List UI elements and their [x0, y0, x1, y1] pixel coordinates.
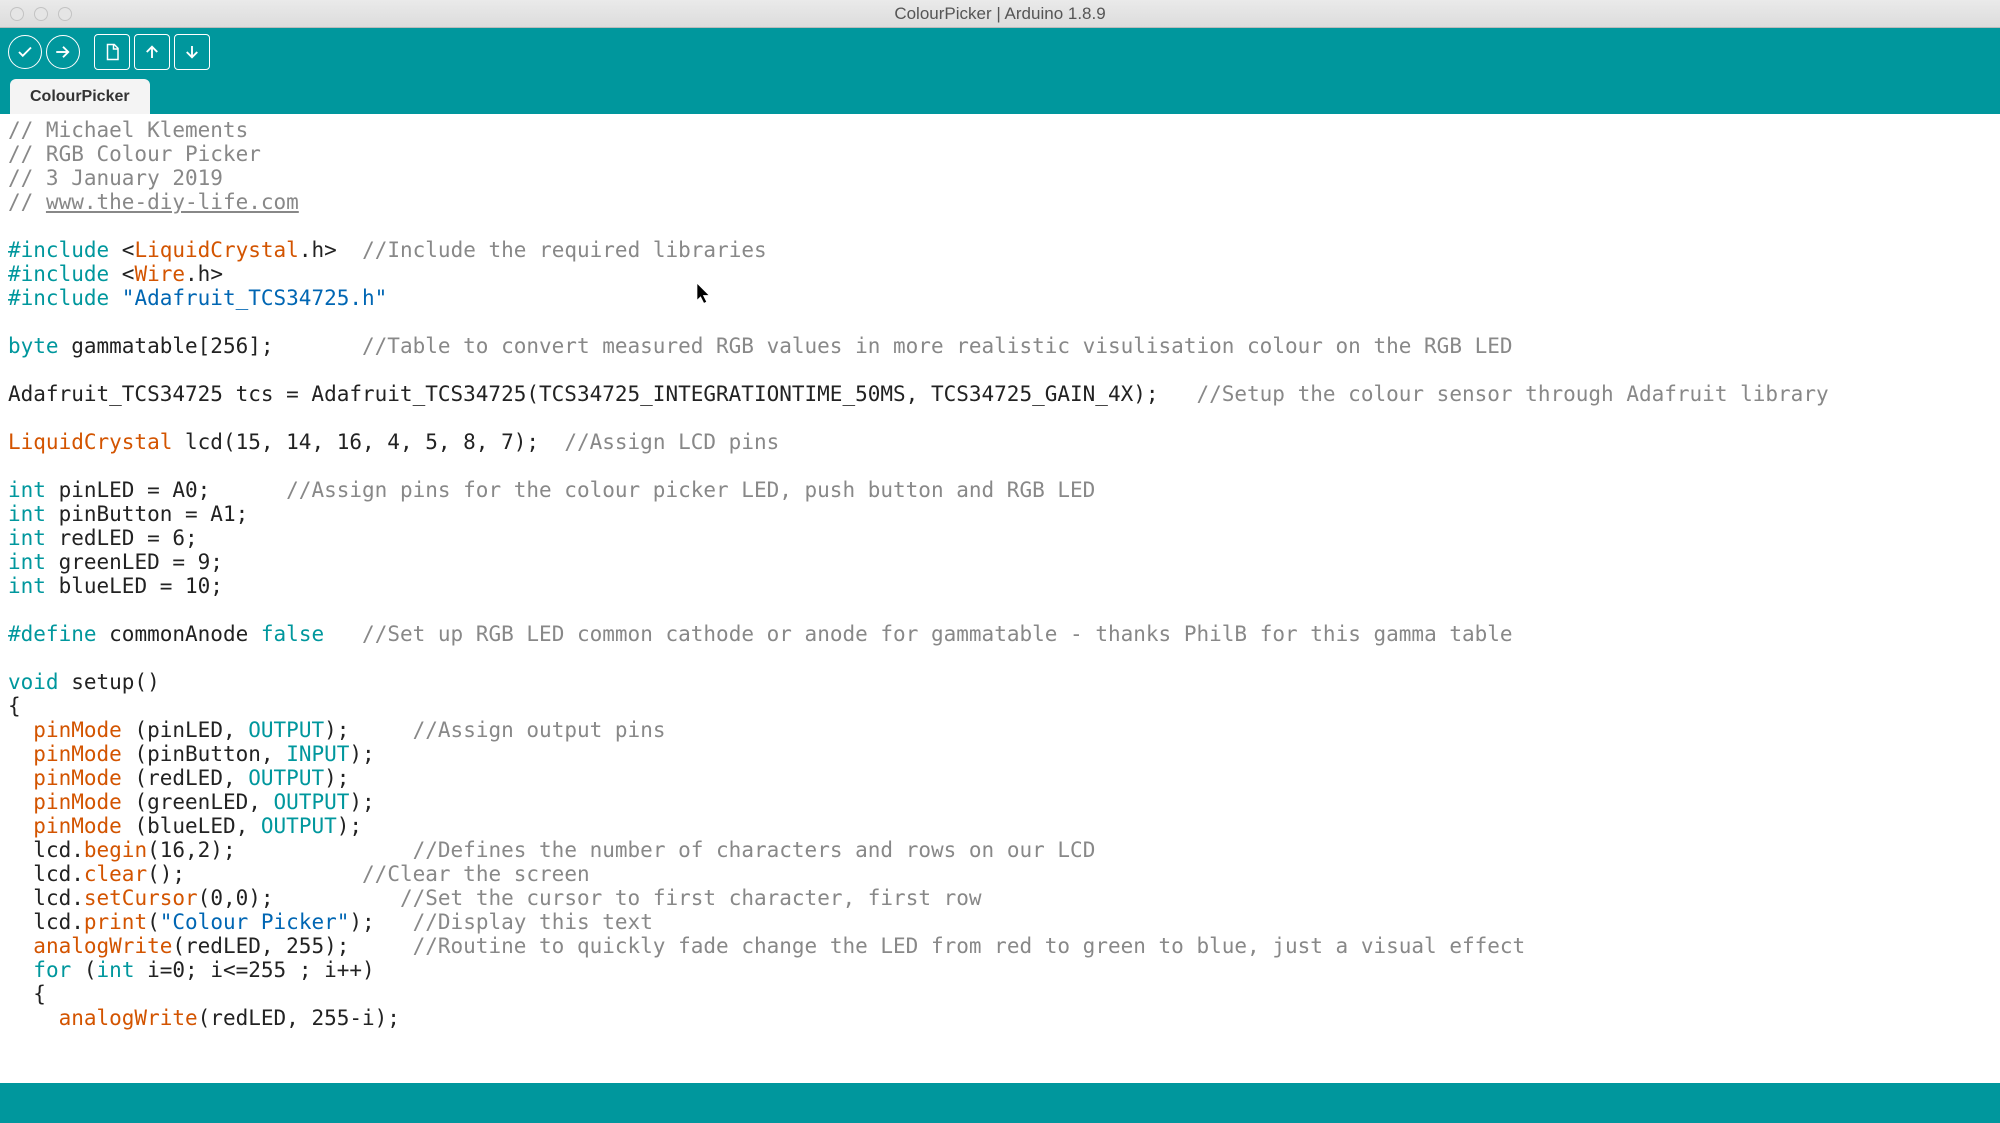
code-comment: // Michael Klements: [8, 118, 248, 142]
code-comment: // 3 January 2019: [8, 166, 223, 190]
code-type: int: [8, 478, 46, 502]
code-type: int: [97, 958, 135, 982]
tab-colourpicker[interactable]: ColourPicker: [10, 79, 150, 114]
code-keyword: #define: [8, 622, 97, 646]
open-button[interactable]: [134, 34, 170, 70]
code-func: begin: [84, 838, 147, 862]
code-comment: //Clear the screen: [362, 862, 590, 886]
window-title: ColourPicker | Arduino 1.8.9: [894, 4, 1105, 24]
code-const: OUTPUT: [261, 814, 337, 838]
code-type: int: [8, 526, 46, 550]
traffic-lights: [10, 7, 72, 21]
verify-button[interactable]: [8, 35, 42, 69]
code-comment: //Set the cursor to first character, fir…: [400, 886, 982, 910]
close-icon[interactable]: [10, 7, 24, 21]
code-keyword: #include: [8, 238, 109, 262]
arrow-down-icon: [183, 43, 201, 61]
code-const: INPUT: [286, 742, 349, 766]
save-button[interactable]: [174, 34, 210, 70]
code-type: byte: [8, 334, 59, 358]
code-class: LiquidCrystal: [8, 430, 172, 454]
code-comment: //Assign LCD pins: [564, 430, 779, 454]
maximize-icon[interactable]: [58, 7, 72, 21]
code-type: int: [8, 550, 46, 574]
toolbar: [0, 28, 2000, 76]
code-lib: Wire: [134, 262, 185, 286]
code-string: "Adafruit_TCS34725.h": [109, 286, 387, 310]
new-button[interactable]: [94, 34, 130, 70]
code-func: pinMode: [33, 790, 122, 814]
code-bool: false: [261, 622, 324, 646]
code-func: analogWrite: [33, 934, 172, 958]
status-bar: [0, 1083, 2000, 1123]
code-comment: // www.the-diy-life.com: [8, 190, 299, 214]
check-icon: [16, 43, 34, 61]
code-comment: //Defines the number of characters and r…: [413, 838, 1096, 862]
code-comment: //Display this text: [413, 910, 653, 934]
code-lib: LiquidCrystal: [134, 238, 298, 262]
code-comment: //Table to convert measured RGB values i…: [362, 334, 1513, 358]
code-string: "Colour Picker": [160, 910, 350, 934]
code-func: pinMode: [33, 718, 122, 742]
code-func: pinMode: [33, 742, 122, 766]
code-comment: //Assign output pins: [413, 718, 666, 742]
code-const: OUTPUT: [248, 766, 324, 790]
code-comment: //Setup the colour sensor through Adafru…: [1196, 382, 1828, 406]
code-type: int: [8, 502, 46, 526]
code-comment: //Set up RGB LED common cathode or anode…: [362, 622, 1513, 646]
code-const: OUTPUT: [274, 790, 350, 814]
minimize-icon[interactable]: [34, 7, 48, 21]
code-comment: //Routine to quickly fade change the LED…: [413, 934, 1526, 958]
arrow-up-icon: [143, 43, 161, 61]
tab-bar: ColourPicker: [0, 76, 2000, 114]
titlebar: ColourPicker | Arduino 1.8.9: [0, 0, 2000, 28]
code-func: clear: [84, 862, 147, 886]
code-type: int: [8, 574, 46, 598]
arrow-right-icon: [54, 43, 72, 61]
code-keyword: for: [33, 958, 71, 982]
file-icon: [103, 43, 121, 61]
code-comment: // RGB Colour Picker: [8, 142, 261, 166]
code-func: setCursor: [84, 886, 198, 910]
code-url: www.the-diy-life.com: [46, 190, 299, 214]
code-editor[interactable]: // Michael Klements // RGB Colour Picker…: [0, 114, 2000, 1083]
upload-button[interactable]: [46, 35, 80, 69]
code-const: OUTPUT: [248, 718, 324, 742]
code-type: void: [8, 670, 59, 694]
code-comment: //Include the required libraries: [362, 238, 767, 262]
code-keyword: #include: [8, 286, 109, 310]
code-keyword: #include: [8, 262, 109, 286]
code-comment: //Assign pins for the colour picker LED,…: [286, 478, 1095, 502]
app-window: ColourPicker | Arduino 1.8.9 ColourPicke…: [0, 0, 2000, 1123]
code-func: pinMode: [33, 814, 122, 838]
code-func: pinMode: [33, 766, 122, 790]
code-func: analogWrite: [59, 1006, 198, 1030]
code-func: print: [84, 910, 147, 934]
code-text: Adafruit_TCS34725 tcs = Adafruit_TCS3472…: [8, 382, 1196, 406]
mouse-cursor-icon: [697, 284, 711, 304]
